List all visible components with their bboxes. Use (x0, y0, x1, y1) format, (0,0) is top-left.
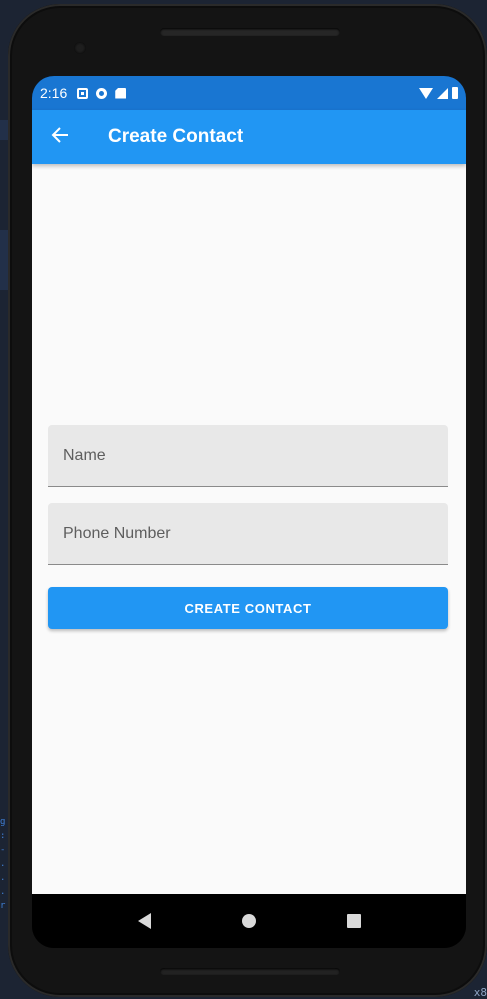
create-contact-button[interactable]: CREATE CONTACT (48, 587, 448, 629)
sd-card-icon (115, 87, 127, 99)
name-input[interactable] (61, 445, 448, 466)
device-screen: 2:16 Create Contact Name Phone Number CR… (32, 76, 466, 948)
status-notification-icons (77, 87, 127, 99)
square-recents-icon (346, 914, 361, 928)
nav-recents-button[interactable] (334, 901, 374, 941)
bottom-speaker (160, 968, 340, 975)
phone-number-input[interactable] (61, 523, 448, 544)
wifi-icon (419, 87, 433, 99)
phone-frame: 2:16 Create Contact Name Phone Number CR… (8, 4, 487, 997)
triangle-back-icon (137, 913, 151, 929)
circle-home-icon (241, 914, 256, 928)
signal-icon (437, 87, 448, 99)
status-time: 2:16 (40, 85, 68, 101)
nav-home-button[interactable] (229, 901, 269, 941)
phone-number-field[interactable] (48, 503, 448, 565)
battery-icon (452, 87, 458, 99)
front-camera (74, 42, 86, 54)
main-content: CREATE CONTACT (32, 164, 466, 894)
contact-form: CREATE CONTACT (48, 425, 448, 629)
status-bar: 2:16 (32, 76, 466, 110)
earpiece-speaker (160, 28, 340, 36)
system-nav-bar (32, 894, 466, 948)
back-button[interactable] (32, 110, 88, 164)
editor-background-tag: x8 (473, 986, 487, 999)
app-bar: Create Contact (32, 110, 466, 164)
status-system-icons (419, 87, 458, 99)
notification-sync-icon (96, 87, 108, 99)
name-field[interactable] (48, 425, 448, 487)
arrow-left-icon (51, 126, 69, 149)
notification-image-icon (77, 87, 89, 99)
nav-back-button[interactable] (124, 901, 164, 941)
page-title: Create Contact (108, 126, 244, 147)
